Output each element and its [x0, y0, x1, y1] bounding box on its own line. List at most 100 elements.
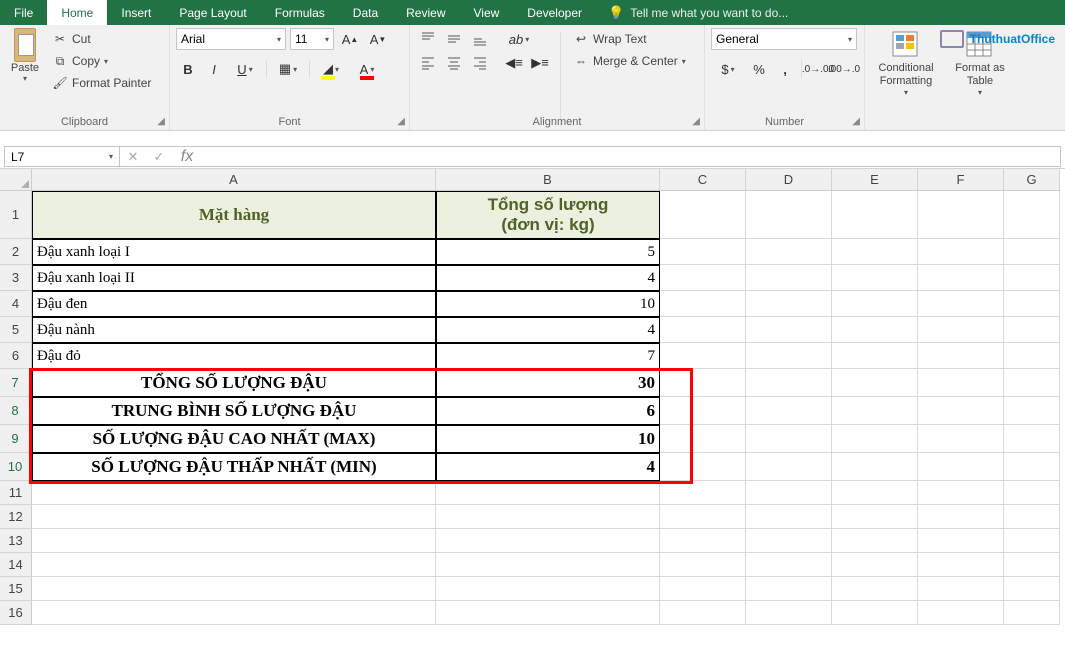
cell[interactable] — [918, 425, 1004, 453]
cell[interactable] — [918, 343, 1004, 369]
cell[interactable] — [32, 529, 436, 553]
number-launcher[interactable]: ◢ — [852, 116, 860, 127]
cell[interactable] — [32, 505, 436, 529]
cell[interactable] — [918, 577, 1004, 601]
cell[interactable] — [436, 553, 660, 577]
cell[interactable] — [746, 425, 832, 453]
cell[interactable] — [1004, 191, 1060, 239]
cell[interactable] — [660, 291, 746, 317]
clipboard-launcher[interactable]: ◢ — [157, 116, 165, 127]
tab-page-layout[interactable]: Page Layout — [165, 0, 260, 25]
cell[interactable] — [660, 191, 746, 239]
cell[interactable] — [1004, 425, 1060, 453]
cell-B10[interactable]: 4 — [436, 453, 660, 481]
cell[interactable] — [832, 553, 918, 577]
row-header[interactable]: 3 — [0, 265, 32, 291]
row-header[interactable]: 9 — [0, 425, 32, 453]
tab-view[interactable]: View — [460, 0, 514, 25]
conditional-formatting-button[interactable]: Conditional Formatting▾ — [871, 28, 941, 130]
row-header[interactable]: 14 — [0, 553, 32, 577]
cell[interactable] — [436, 505, 660, 529]
cell-A3[interactable]: Đậu xanh loại II — [32, 265, 436, 291]
accounting-format-button[interactable]: $▾ — [711, 58, 745, 80]
cell[interactable] — [746, 369, 832, 397]
cell-B8[interactable]: 6 — [436, 397, 660, 425]
decrease-indent-button[interactable]: ◀≡ — [502, 52, 526, 74]
cell[interactable] — [1004, 369, 1060, 397]
cell[interactable] — [918, 453, 1004, 481]
cell[interactable] — [660, 369, 746, 397]
cell[interactable] — [832, 191, 918, 239]
cell[interactable] — [832, 343, 918, 369]
row-header[interactable]: 15 — [0, 577, 32, 601]
tell-me-search[interactable]: 💡 Tell me what you want to do... — [596, 0, 800, 25]
font-color-button[interactable]: A▾ — [350, 58, 384, 80]
tab-insert[interactable]: Insert — [107, 0, 165, 25]
tab-developer[interactable]: Developer — [513, 0, 596, 25]
cell[interactable] — [1004, 601, 1060, 625]
tab-data[interactable]: Data — [339, 0, 392, 25]
cell[interactable] — [918, 529, 1004, 553]
fill-color-button[interactable]: ◢▾ — [314, 58, 348, 80]
cell[interactable] — [832, 425, 918, 453]
cell[interactable] — [32, 553, 436, 577]
cell[interactable] — [1004, 553, 1060, 577]
cut-button[interactable]: ✂ Cut — [48, 28, 155, 50]
cell[interactable] — [746, 191, 832, 239]
tab-formulas[interactable]: Formulas — [261, 0, 339, 25]
cell[interactable] — [1004, 317, 1060, 343]
borders-button[interactable]: ▦▾ — [271, 58, 305, 80]
cell[interactable] — [832, 601, 918, 625]
row-header[interactable]: 12 — [0, 505, 32, 529]
column-header[interactable]: A — [32, 169, 436, 191]
cancel-formula-button[interactable]: ✕ — [120, 149, 146, 165]
cell[interactable] — [436, 481, 660, 505]
cell[interactable] — [746, 505, 832, 529]
cell[interactable] — [746, 481, 832, 505]
bold-button[interactable]: B — [176, 58, 200, 80]
cell[interactable] — [832, 369, 918, 397]
cell[interactable] — [746, 553, 832, 577]
row-header[interactable]: 16 — [0, 601, 32, 625]
alignment-launcher[interactable]: ◢ — [692, 116, 700, 127]
cell-A5[interactable]: Đậu nành — [32, 317, 436, 343]
cell[interactable] — [1004, 505, 1060, 529]
cell[interactable] — [746, 265, 832, 291]
row-header[interactable]: 11 — [0, 481, 32, 505]
cell[interactable] — [832, 265, 918, 291]
cell[interactable] — [832, 397, 918, 425]
row-header[interactable]: 5 — [0, 317, 32, 343]
align-right-button[interactable] — [468, 52, 492, 74]
row-header[interactable]: 10 — [0, 453, 32, 481]
cell[interactable] — [1004, 291, 1060, 317]
cell[interactable] — [918, 601, 1004, 625]
cell[interactable] — [32, 601, 436, 625]
cells-area[interactable]: Mặt hàng Tổng số lượng(đơn vị: kg) Đậu x… — [32, 191, 1060, 625]
cell-B6[interactable]: 7 — [436, 343, 660, 369]
cell[interactable] — [918, 265, 1004, 291]
cell[interactable] — [918, 553, 1004, 577]
column-header[interactable]: G — [1004, 169, 1060, 191]
cell[interactable] — [918, 191, 1004, 239]
cell[interactable] — [832, 577, 918, 601]
enter-formula-button[interactable]: ✓ — [146, 149, 172, 165]
cell[interactable] — [832, 317, 918, 343]
cell[interactable] — [32, 481, 436, 505]
cell[interactable] — [918, 317, 1004, 343]
cell[interactable] — [32, 577, 436, 601]
cell[interactable] — [746, 239, 832, 265]
cell[interactable] — [1004, 239, 1060, 265]
cell-A4[interactable]: Đậu đen — [32, 291, 436, 317]
cell[interactable] — [832, 291, 918, 317]
cell-B3[interactable]: 4 — [436, 265, 660, 291]
wrap-text-button[interactable]: ↩ Wrap Text — [569, 28, 690, 50]
cell[interactable] — [1004, 481, 1060, 505]
cell[interactable] — [746, 397, 832, 425]
cell-A6[interactable]: Đậu đỏ — [32, 343, 436, 369]
decrease-decimal-button[interactable]: .00→.0 — [832, 58, 856, 80]
align-left-button[interactable] — [416, 52, 440, 74]
cell-B7[interactable]: 30 — [436, 369, 660, 397]
font-launcher[interactable]: ◢ — [397, 116, 405, 127]
tab-home[interactable]: Home — [47, 0, 107, 25]
cell[interactable] — [746, 453, 832, 481]
